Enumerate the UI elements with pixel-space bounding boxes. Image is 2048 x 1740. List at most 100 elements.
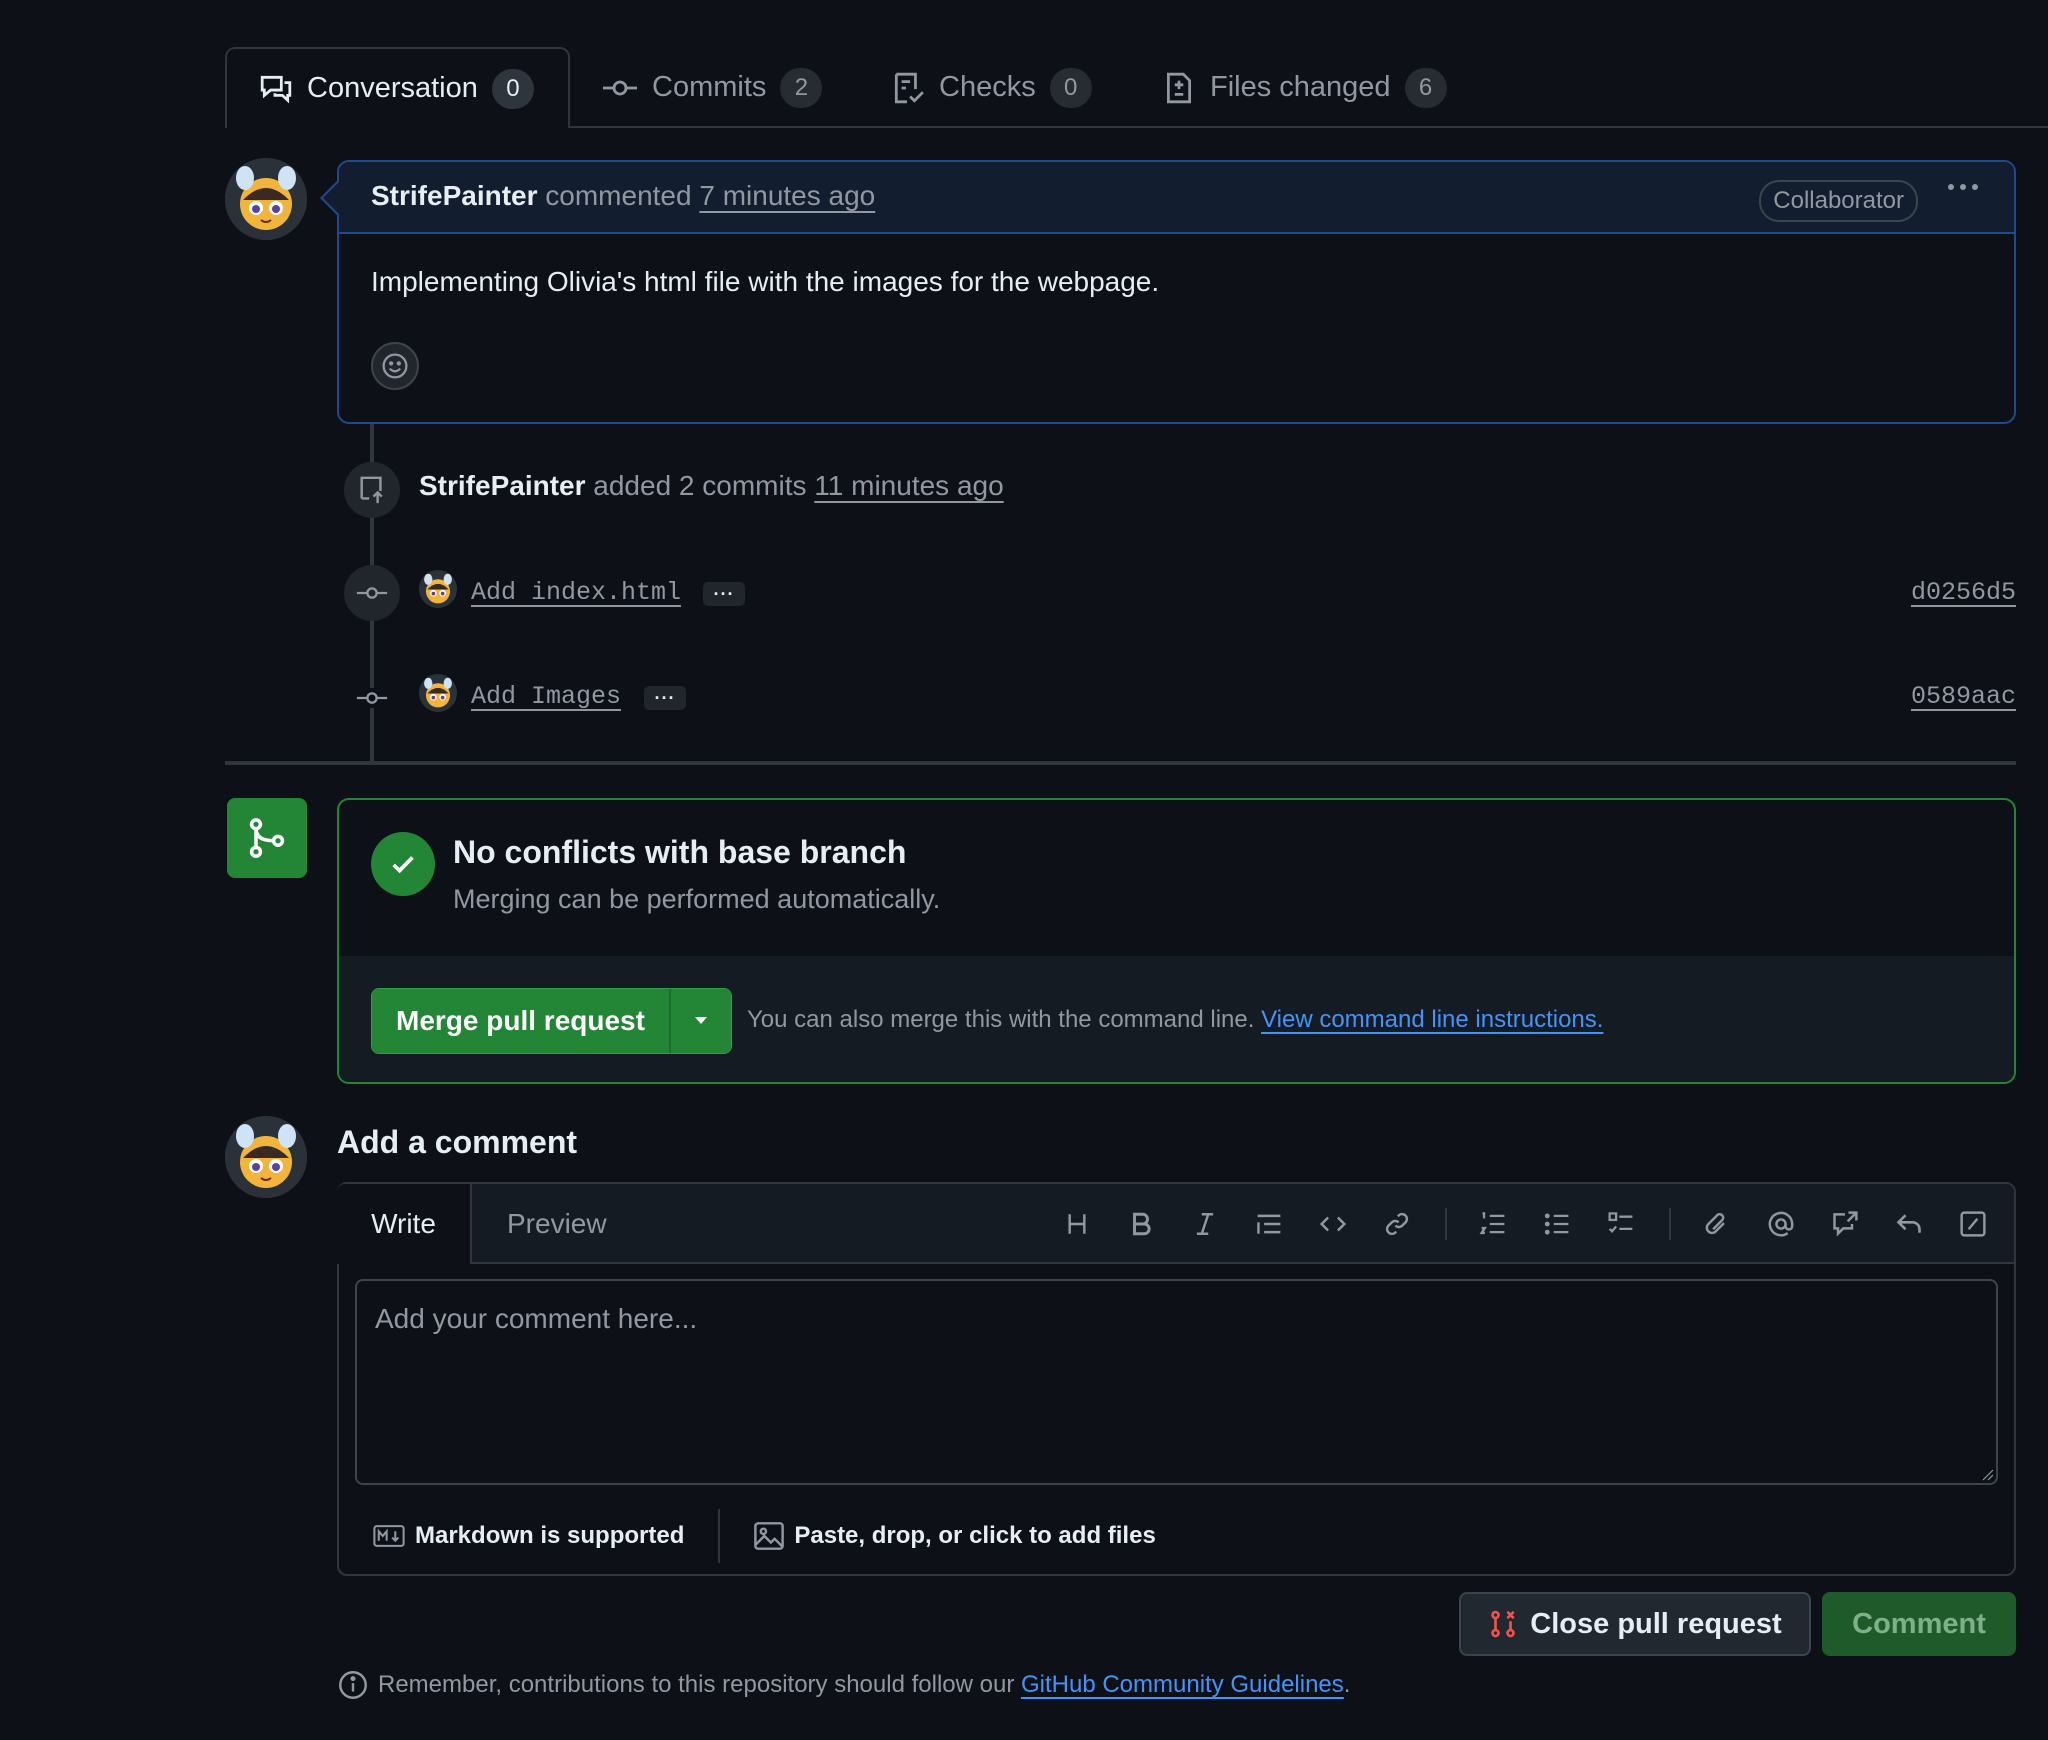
merge-hint: You can also merge this with the command… — [747, 1006, 1603, 1034]
tab-files-changed[interactable]: Files changed 6 — [1162, 47, 1447, 128]
git-commit-icon — [356, 583, 388, 603]
kebab-menu-icon[interactable] — [1948, 184, 1978, 190]
merge-box: No conflicts with base branch Merging ca… — [337, 798, 2016, 1084]
comment-textarea[interactable]: Add your comment here... — [355, 1279, 1998, 1485]
comment-card: StrifePainter commented 7 minutes ago Co… — [320, 160, 2016, 424]
push-timestamp[interactable]: 11 minutes ago — [814, 470, 1003, 501]
commit-badge — [356, 688, 388, 708]
comment-timestamp[interactable]: 7 minutes ago — [699, 180, 875, 211]
commit-sha-link[interactable]: d0256d5 — [1911, 578, 2016, 607]
add-reaction-button[interactable] — [371, 342, 419, 390]
tab-commits[interactable]: Commits 2 — [602, 47, 823, 128]
merge-options-dropdown[interactable] — [668, 989, 731, 1053]
tab-counter: 0 — [1049, 67, 1092, 108]
merge-hint-text: You can also merge this with the command… — [747, 1006, 1255, 1033]
comment-author[interactable]: StrifePainter — [371, 180, 538, 211]
commit-message-link[interactable]: Add Images — [471, 682, 621, 711]
push-author[interactable]: StrifePainter — [419, 470, 586, 501]
tab-label: Commits — [652, 71, 767, 103]
triangle-down-icon — [693, 1016, 709, 1026]
task-list-icon[interactable] — [1603, 1206, 1639, 1242]
avatar[interactable] — [225, 158, 307, 240]
image-icon — [754, 1522, 785, 1550]
git-merge-icon — [245, 816, 289, 860]
tab-write[interactable]: Write — [337, 1184, 472, 1264]
ordered-list-icon[interactable] — [1475, 1206, 1511, 1242]
tab-conversation[interactable]: Conversation 0 — [225, 47, 570, 128]
close-pull-request-label: Close pull request — [1530, 1607, 1782, 1640]
merge-status-badge — [227, 798, 307, 878]
tab-counter: 2 — [780, 67, 823, 108]
push-event-text: StrifePainter added 2 commits 11 minutes… — [419, 470, 1004, 502]
info-icon — [338, 1670, 368, 1700]
merge-status: No conflicts with base branch Merging ca… — [339, 800, 2014, 958]
tab-checks[interactable]: Checks 0 — [891, 47, 1092, 128]
tab-label: Files changed — [1210, 71, 1391, 103]
push-event-badge — [344, 462, 400, 518]
merge-actions: Merge pull request You can also merge th… — [339, 956, 2014, 1082]
close-pull-request-button[interactable]: Close pull request — [1459, 1592, 1811, 1656]
unordered-list-icon[interactable] — [1539, 1206, 1575, 1242]
markdown-icon — [373, 1525, 405, 1547]
cross-reference-icon[interactable] — [1827, 1206, 1863, 1242]
current-user-avatar[interactable] — [225, 1116, 307, 1198]
guidelines-text: Remember, contributions to this reposito… — [378, 1671, 1015, 1698]
git-commit-icon — [602, 71, 638, 105]
footer-divider — [718, 1509, 721, 1563]
quote-icon[interactable] — [1251, 1206, 1287, 1242]
heading-icon[interactable] — [1059, 1206, 1095, 1242]
add-comment-heading: Add a comment — [337, 1124, 578, 1160]
tab-preview[interactable]: Preview — [507, 1184, 607, 1264]
git-pull-request-closed-icon — [1488, 1609, 1518, 1639]
commit-badge — [344, 565, 400, 621]
resize-handle-icon[interactable] — [1980, 1467, 1994, 1481]
comment-header: StrifePainter commented 7 minutes ago Co… — [339, 162, 2014, 234]
guidelines-end: . — [1343, 1671, 1351, 1698]
code-icon[interactable] — [1315, 1206, 1351, 1242]
link-icon[interactable] — [1379, 1206, 1415, 1242]
toolbar-divider — [1669, 1208, 1671, 1240]
file-diff-icon — [1162, 71, 1196, 105]
tab-label: Checks — [939, 71, 1036, 103]
command-line-instructions-link[interactable]: View command line instructions. — [1261, 1006, 1603, 1033]
bold-icon[interactable] — [1123, 1206, 1159, 1242]
smiley-icon — [381, 352, 409, 380]
tab-counter: 6 — [1404, 67, 1447, 108]
timeline-end-divider — [225, 761, 2016, 765]
community-guidelines-link[interactable]: GitHub Community Guidelines — [1021, 1671, 1344, 1698]
merge-title: No conflicts with base branch — [453, 834, 907, 870]
toolbar-divider — [1445, 1208, 1447, 1240]
comment-button[interactable]: Comment — [1822, 1592, 2016, 1656]
reply-icon[interactable] — [1891, 1206, 1927, 1242]
commit-avatar[interactable] — [419, 674, 457, 712]
tab-counter: 0 — [491, 68, 534, 109]
commit-expand-button[interactable]: ··· — [644, 686, 686, 710]
slash-command-icon[interactable] — [1955, 1206, 1991, 1242]
commit-avatar[interactable] — [419, 570, 457, 608]
git-commit-icon — [356, 688, 388, 708]
commit-sha-link[interactable]: 0589aac — [1911, 682, 2016, 711]
repo-push-icon — [357, 475, 387, 505]
editor-footer: Markdown is supported Paste, drop, or cl… — [339, 1498, 2014, 1574]
attach-icon[interactable] — [1699, 1206, 1735, 1242]
markdown-supported-link[interactable]: Markdown is supported — [373, 1522, 684, 1550]
comment-discussion-icon — [259, 72, 293, 106]
italic-icon[interactable] — [1187, 1206, 1223, 1242]
comment-editor: Write Preview Add your comment here... M… — [337, 1182, 2016, 1576]
check-circle-icon — [371, 832, 435, 896]
mention-icon[interactable] — [1763, 1206, 1799, 1242]
merge-button-group: Merge pull request — [371, 988, 732, 1054]
checklist-icon — [891, 71, 925, 105]
markdown-note: Markdown is supported — [415, 1522, 685, 1549]
collaborator-badge: Collaborator — [1759, 180, 1918, 222]
comment-body: Implementing Olivia's html file with the… — [371, 266, 1160, 297]
merge-pull-request-button[interactable]: Merge pull request — [372, 989, 669, 1053]
comment-placeholder: Add your comment here... — [375, 1303, 698, 1334]
editor-tabbar: Write Preview — [337, 1184, 2014, 1264]
add-files-button[interactable]: Paste, drop, or click to add files — [754, 1522, 1156, 1550]
files-note: Paste, drop, or click to add files — [794, 1522, 1156, 1549]
commit-expand-button[interactable]: ··· — [703, 582, 745, 606]
merge-subtitle: Merging can be performed automatically. — [453, 884, 941, 914]
community-guidelines-note: Remember, contributions to this reposito… — [338, 1670, 1350, 1700]
commit-message-link[interactable]: Add index.html — [471, 578, 681, 607]
